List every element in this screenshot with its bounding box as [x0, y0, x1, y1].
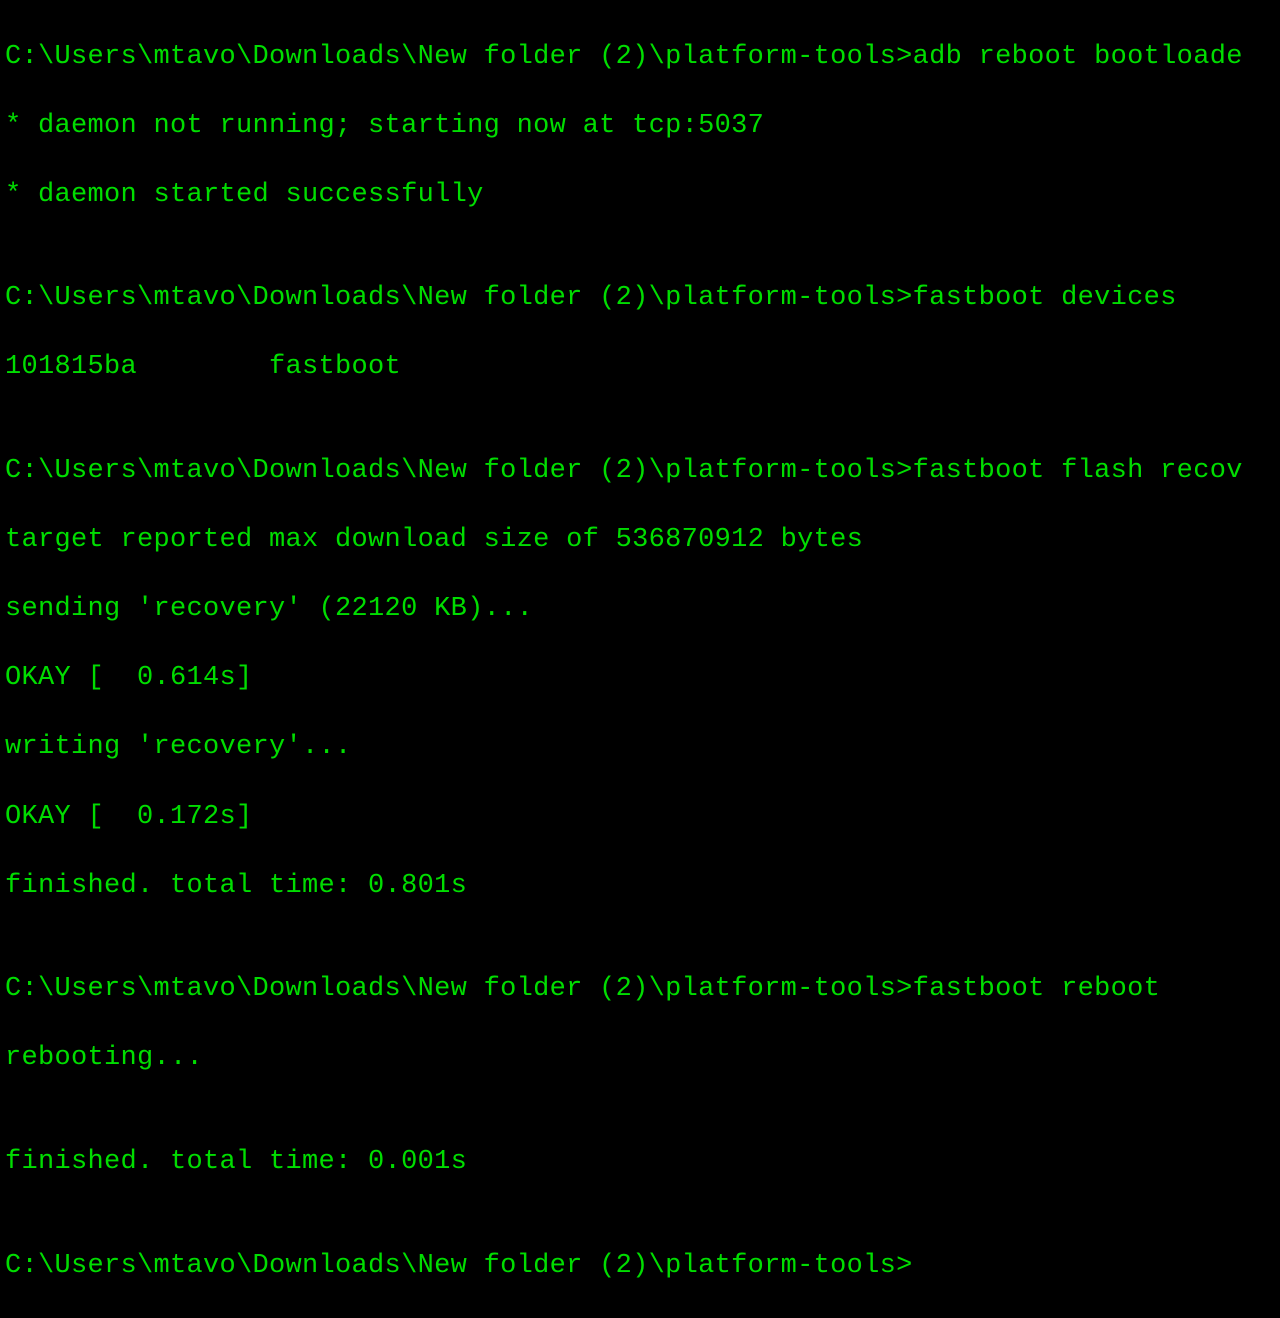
terminal-line: C:\Users\mtavo\Downloads\New folder (2)\… [5, 454, 1275, 489]
terminal-line: C:\Users\mtavo\Downloads\New folder (2)\… [5, 972, 1275, 1007]
terminal-line: C:\Users\mtavo\Downloads\New folder (2)\… [5, 40, 1275, 75]
terminal-line: rebooting... [5, 1041, 1275, 1076]
terminal-line: writing 'recovery'... [5, 730, 1275, 765]
terminal-line: C:\Users\mtavo\Downloads\New folder (2)\… [5, 281, 1275, 316]
terminal-line: sending 'recovery' (22120 KB)... [5, 592, 1275, 627]
terminal-line: finished. total time: 0.001s [5, 1145, 1275, 1180]
terminal-line: OKAY [ 0.172s] [5, 800, 1275, 835]
terminal-prompt[interactable]: C:\Users\mtavo\Downloads\New folder (2)\… [5, 1249, 1275, 1284]
terminal-line: target reported max download size of 536… [5, 523, 1275, 558]
terminal-line: OKAY [ 0.614s] [5, 661, 1275, 696]
terminal-line: 101815ba fastboot [5, 350, 1275, 385]
terminal-line: * daemon started successfully [5, 178, 1275, 213]
terminal-line: * daemon not running; starting now at tc… [5, 109, 1275, 144]
terminal-line: finished. total time: 0.801s [5, 869, 1275, 904]
terminal-output[interactable]: C:\Users\mtavo\Downloads\New folder (2)\… [5, 5, 1275, 1318]
